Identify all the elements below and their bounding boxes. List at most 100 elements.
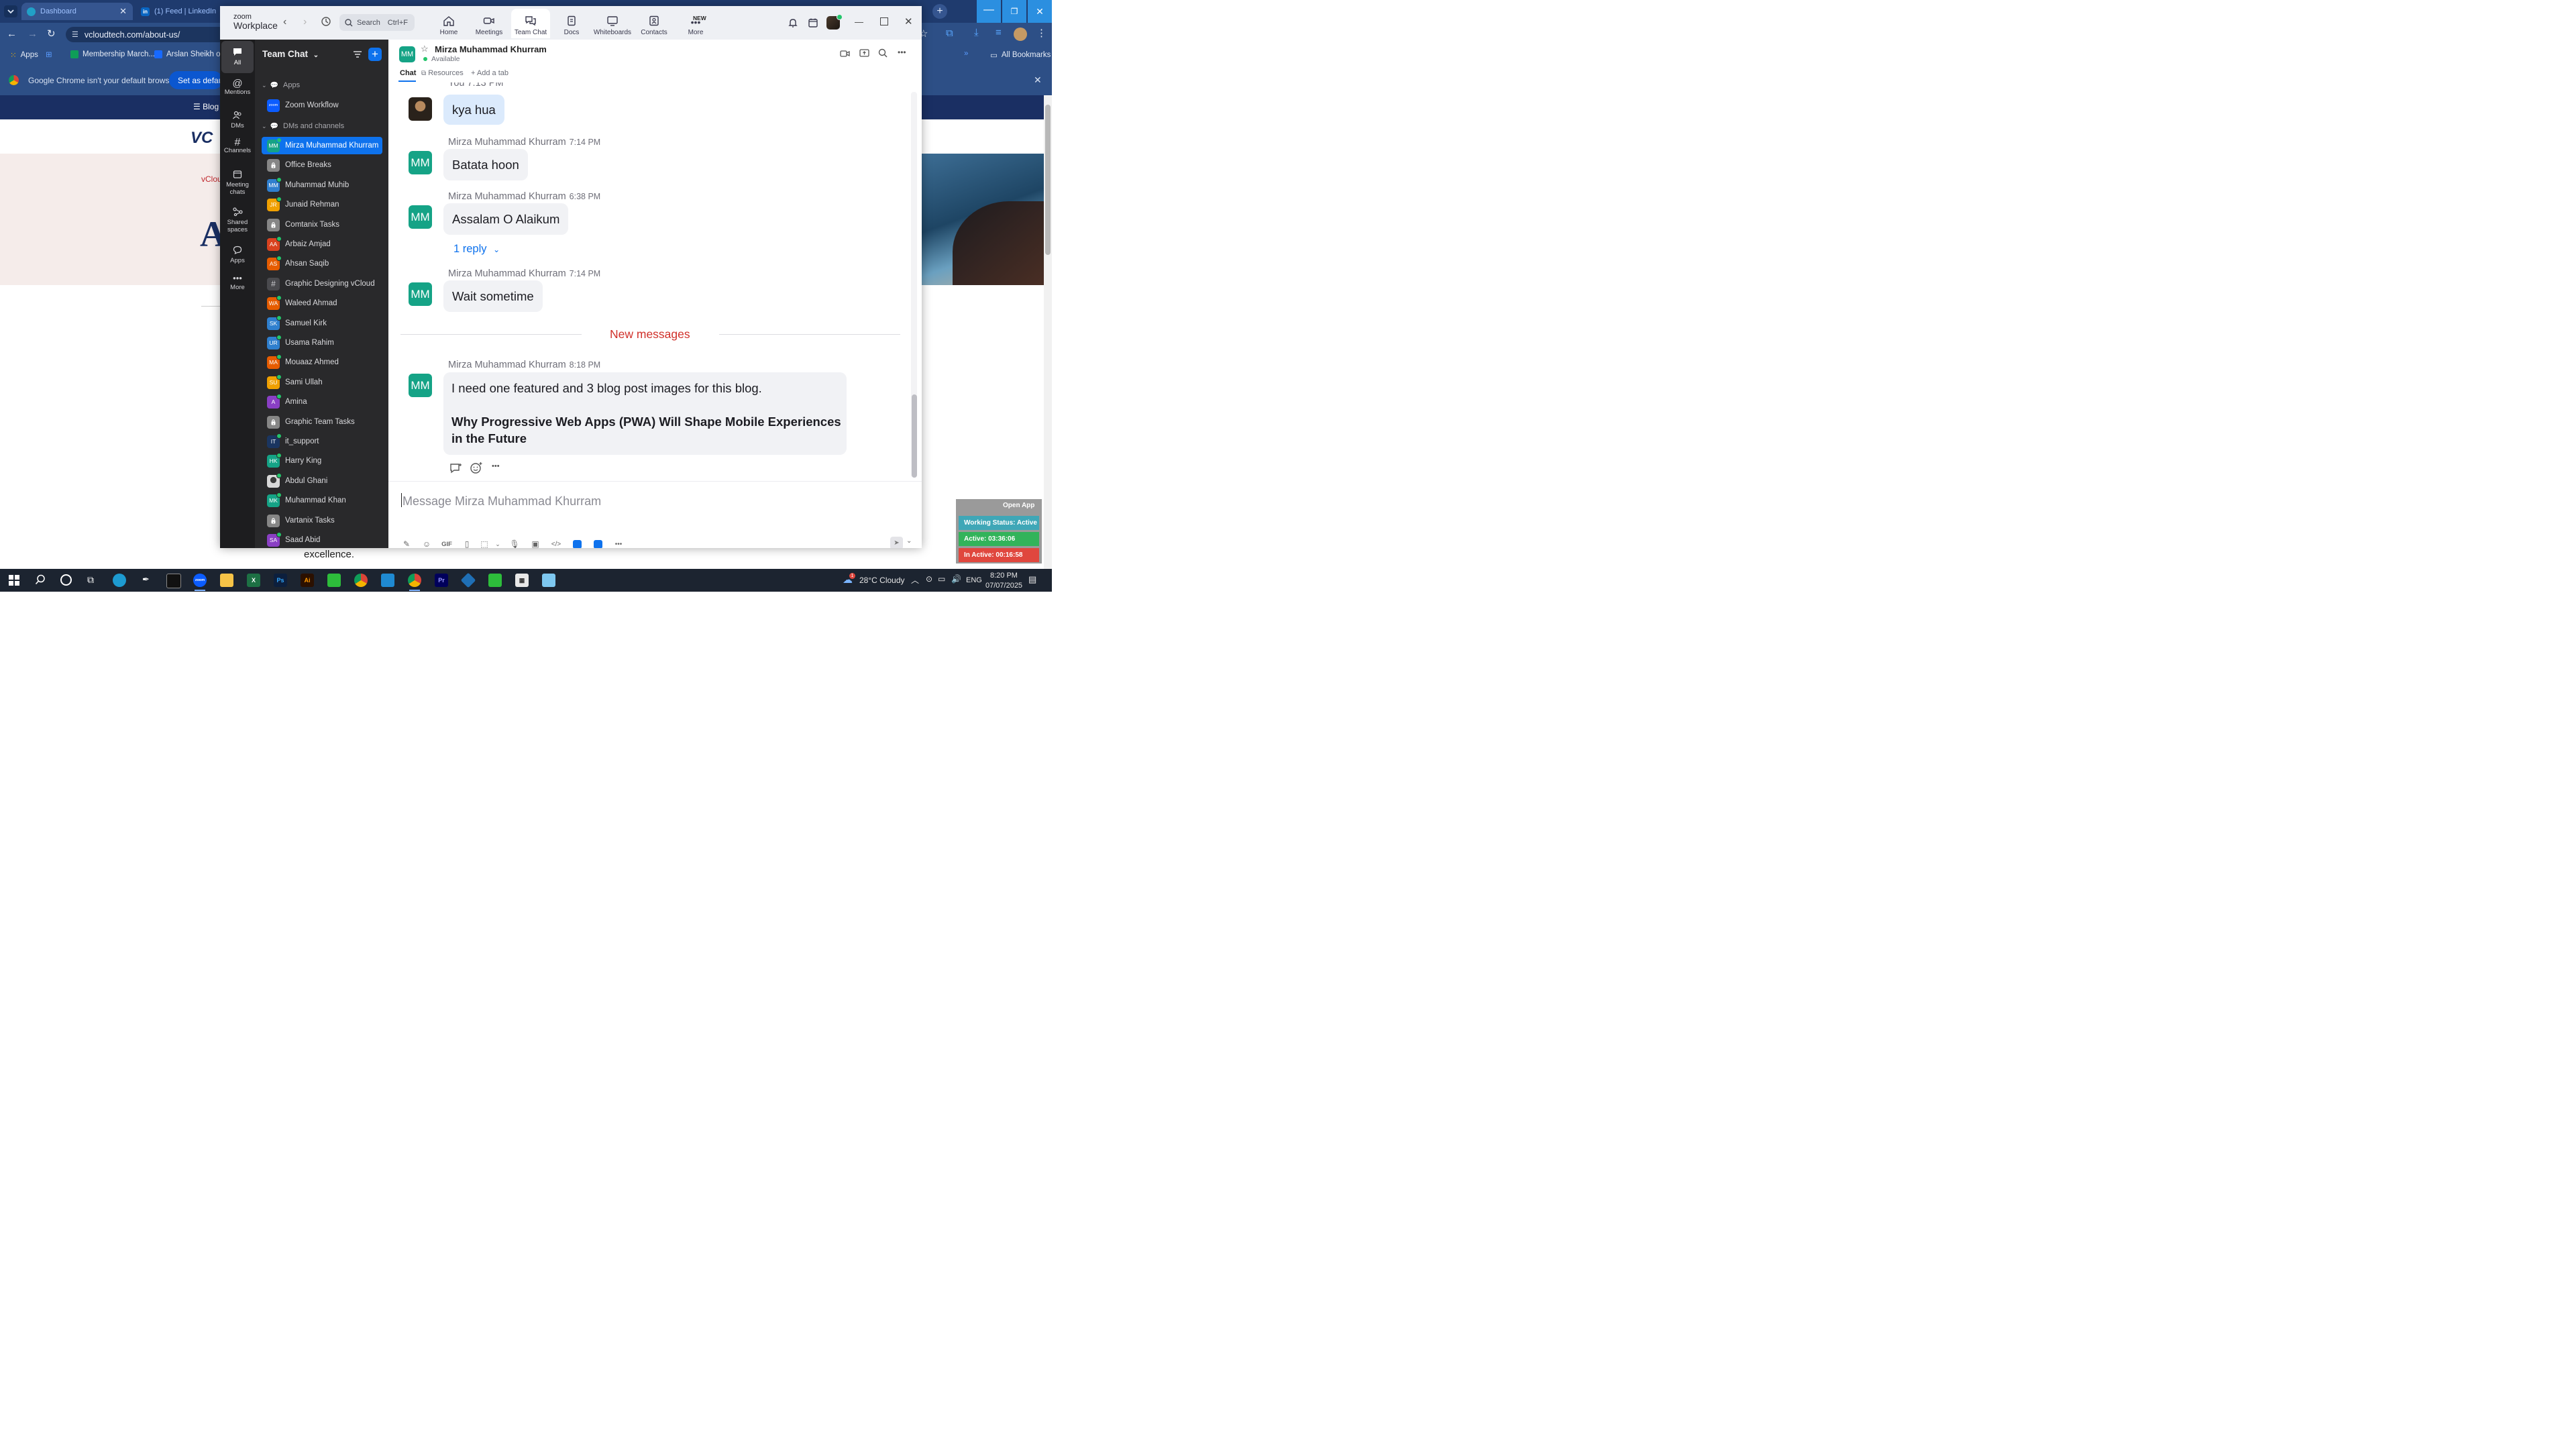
message-bubble[interactable]: kya hua bbox=[443, 95, 504, 125]
sidebar-item[interactable]: MK Muhammad Khan bbox=[262, 492, 382, 509]
sidebar-item[interactable]: MA Mouaaz Ahmed bbox=[262, 354, 382, 371]
sidebar-item[interactable]: A Amina bbox=[262, 393, 382, 411]
start-button-icon[interactable] bbox=[9, 575, 19, 586]
sidebar-item[interactable]: 🔒 Vartanix Tasks bbox=[262, 512, 382, 529]
message-avatar[interactable]: MM bbox=[409, 374, 432, 397]
pen-app-icon[interactable]: ✒ bbox=[142, 574, 150, 585]
tab-contacts[interactable]: Contacts bbox=[635, 9, 674, 38]
tab-chat[interactable]: Chat bbox=[400, 69, 416, 77]
rail-more[interactable]: ••• More bbox=[221, 274, 254, 291]
sidebar-item[interactable]: MM Muhammad Muhib bbox=[262, 176, 382, 194]
sidebar-item[interactable]: 🔒 Comtanix Tasks bbox=[262, 216, 382, 233]
reply-thread-icon[interactable] bbox=[449, 462, 463, 474]
photoshop-app-icon[interactable]: Ps bbox=[274, 574, 287, 587]
chat-scrollbar-thumb[interactable] bbox=[912, 394, 917, 478]
premiere-app-icon[interactable]: Pr bbox=[435, 574, 448, 587]
edge-app-icon[interactable] bbox=[113, 574, 126, 587]
file-icon[interactable]: ▯ bbox=[457, 539, 477, 548]
emoji-icon[interactable]: ☺ bbox=[417, 539, 437, 548]
notepad-app-icon[interactable] bbox=[542, 574, 555, 587]
add-reaction-icon[interactable] bbox=[470, 462, 483, 474]
new-chat-button[interactable]: + bbox=[368, 48, 382, 61]
calendar-icon[interactable] bbox=[808, 17, 818, 28]
sidebar-item[interactable]: SA Saad Abid bbox=[262, 531, 382, 548]
close-infobar-icon[interactable]: ✕ bbox=[1034, 74, 1042, 86]
notifications-bell-icon[interactable] bbox=[788, 17, 798, 28]
code-snippet-icon[interactable]: </> bbox=[545, 541, 567, 548]
maximize-window-icon[interactable] bbox=[880, 17, 888, 25]
chrome-app-icon-2[interactable] bbox=[408, 574, 421, 587]
open-app-button[interactable]: Open App bbox=[1003, 502, 1034, 509]
excel-app-icon[interactable]: X bbox=[247, 574, 260, 587]
terminal-app-icon[interactable] bbox=[166, 574, 181, 588]
sidebar-item[interactable]: HK Harry King bbox=[262, 452, 382, 470]
blue-app-icon[interactable] bbox=[460, 572, 476, 588]
sidebar-item-zoom-workflow[interactable]: zoom Zoom Workflow bbox=[262, 97, 382, 114]
sidebar-item[interactable]: JR Junaid Rehman bbox=[262, 196, 382, 213]
sidebar-item[interactable]: AA Arbaiz Amjad bbox=[262, 235, 382, 253]
cortana-icon[interactable] bbox=[60, 574, 72, 586]
section-dms-header[interactable]: ⌄ 💬 DMs and channels bbox=[262, 122, 344, 130]
close-browser-button[interactable]: ✕ bbox=[1028, 0, 1052, 23]
back-icon[interactable]: ‹ bbox=[283, 16, 286, 28]
clock-time[interactable]: 8:20 PM bbox=[990, 572, 1018, 580]
address-bar[interactable]: ☰ vcloudtech.com/about-us/ bbox=[66, 27, 227, 42]
back-icon[interactable]: ← bbox=[7, 28, 17, 40]
tab-add-a-tab[interactable]: + Add a tab bbox=[471, 69, 508, 77]
sidebar-item[interactable]: AS Ahsan Saqib bbox=[262, 255, 382, 272]
file-explorer-icon[interactable] bbox=[220, 574, 233, 587]
notifications-icon[interactable]: ▤ bbox=[1028, 574, 1036, 585]
vscode-app-icon[interactable] bbox=[381, 574, 394, 587]
forward-icon[interactable]: → bbox=[28, 28, 38, 40]
green-app-icon-1[interactable] bbox=[327, 574, 341, 587]
chevron-down-icon[interactable]: ⌄ bbox=[492, 541, 504, 548]
site-menu-blog[interactable]: ☰ Blog bbox=[193, 102, 219, 111]
format-text-icon[interactable]: ✎ bbox=[396, 539, 417, 548]
message-bubble[interactable]: Batata hoon bbox=[443, 149, 528, 180]
zoom-app-icon[interactable]: zoom bbox=[193, 574, 207, 587]
minimize-window-icon[interactable]: — bbox=[855, 17, 863, 27]
weather-text[interactable]: 28°C Cloudy bbox=[859, 576, 905, 585]
sidebar-item[interactable]: MM Mirza Muhammad Khurram bbox=[262, 137, 382, 154]
sidebar-item[interactable]: Abdul Ghani bbox=[262, 472, 382, 490]
extensions-icon[interactable]: ⧉ bbox=[946, 28, 953, 39]
reload-icon[interactable]: ↻ bbox=[47, 28, 56, 40]
close-window-icon[interactable]: ✕ bbox=[904, 15, 913, 28]
tab-meetings[interactable]: Meetings bbox=[470, 9, 508, 38]
illustrator-app-icon[interactable]: Ai bbox=[301, 574, 314, 587]
sidebar-item[interactable]: WA Waleed Ahmad bbox=[262, 294, 382, 312]
sidebar-item[interactable]: UR Usama Rahim bbox=[262, 334, 382, 352]
chrome-app-icon[interactable] bbox=[354, 574, 368, 587]
browser-tab-linkedin[interactable]: in (1) Feed | LinkedIn bbox=[136, 3, 229, 20]
sidebar-item[interactable]: SU Sami Ullah bbox=[262, 374, 382, 391]
app-icon-1[interactable] bbox=[567, 539, 588, 548]
rail-all[interactable]: All bbox=[221, 41, 254, 73]
app-icon-2[interactable] bbox=[588, 539, 608, 548]
more-bookmarks-icon[interactable]: » bbox=[964, 50, 968, 58]
task-view-icon[interactable]: ⧉ bbox=[87, 574, 94, 586]
tab-docs[interactable]: Docs bbox=[552, 9, 591, 38]
tab-resources[interactable]: ⧉ Resources bbox=[421, 69, 464, 77]
site-logo[interactable]: VC bbox=[191, 129, 213, 148]
reply-count-link[interactable]: 1 reply ⌄ bbox=[453, 243, 500, 256]
clock-date[interactable]: 07/07/2025 bbox=[985, 582, 1022, 590]
message-avatar[interactable]: MM bbox=[409, 282, 432, 306]
rail-shared-spaces[interactable]: Shared spaces bbox=[221, 207, 254, 233]
message-avatar[interactable]: MM bbox=[409, 205, 432, 229]
set-default-button[interactable]: Set as default bbox=[169, 71, 223, 89]
send-button[interactable]: ➤ bbox=[890, 537, 903, 548]
message-bubble[interactable]: Assalam O Alaikum bbox=[443, 203, 569, 235]
rail-apps[interactable]: Apps bbox=[221, 246, 254, 264]
page-scrollbar-thumb[interactable] bbox=[1045, 105, 1051, 255]
tab-groups-icon[interactable]: ⊞ bbox=[46, 50, 52, 59]
message-bubble[interactable]: Wait sometime bbox=[443, 280, 543, 312]
minimize-browser-button[interactable]: — bbox=[977, 0, 1001, 23]
tab-search-button[interactable] bbox=[4, 5, 17, 17]
self-avatar[interactable] bbox=[409, 97, 432, 121]
message-more-icon[interactable]: ••• bbox=[492, 462, 500, 470]
language-indicator[interactable]: ENG bbox=[966, 576, 982, 584]
rail-channels[interactable]: # Channels bbox=[221, 138, 254, 155]
contact-avatar[interactable]: MM bbox=[399, 46, 415, 62]
rail-mentions[interactable]: @ Mentions bbox=[221, 78, 254, 96]
search-icon[interactable] bbox=[878, 48, 888, 58]
